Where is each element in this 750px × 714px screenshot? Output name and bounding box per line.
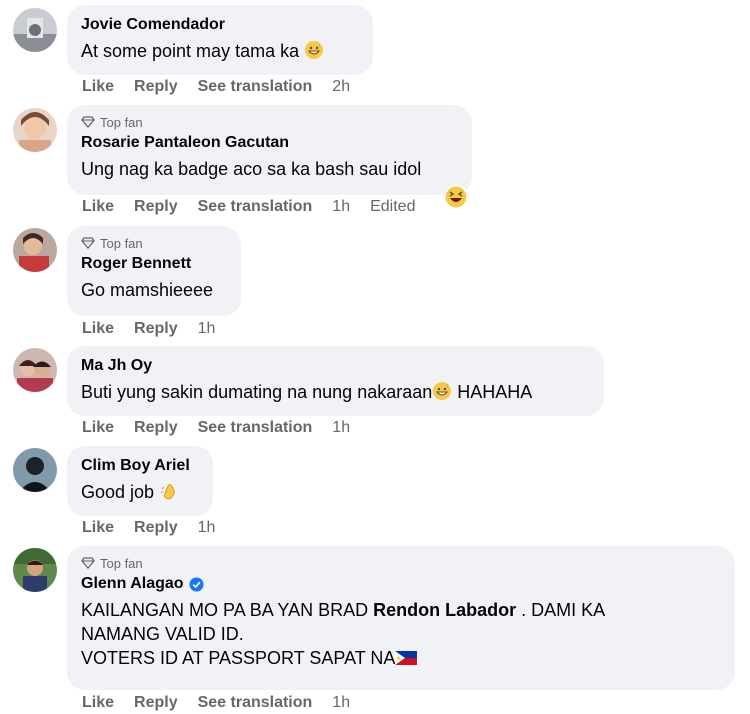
comment-bubble: Top fan Roger Bennett Go mamshieeee xyxy=(67,226,241,316)
like-button[interactable]: Like xyxy=(82,198,114,216)
commenter-name[interactable]: Ma Jh Oy xyxy=(81,356,590,376)
comment-actions: Like Reply See translation 1h xyxy=(82,694,370,712)
like-button[interactable]: Like xyxy=(82,419,114,437)
commenter-name[interactable]: Rosarie Pantaleon Gacutan xyxy=(81,133,458,153)
comment-actions: Like Reply 1h xyxy=(82,519,235,537)
commenter-name[interactable]: Clim Boy Ariel xyxy=(81,456,199,476)
timestamp[interactable]: 2h xyxy=(332,78,350,96)
avatar[interactable] xyxy=(13,548,57,592)
see-translation-button[interactable]: See translation xyxy=(198,198,313,216)
like-button[interactable]: Like xyxy=(82,78,114,96)
comment-text: Ung nag ka badge aco sa ka bash sau idol xyxy=(81,159,422,179)
comment-bubble: Jovie Comendador At some point may tama … xyxy=(67,5,373,75)
comment-actions: Like Reply 1h xyxy=(82,320,235,338)
comment-text: Good job xyxy=(81,480,199,504)
timestamp[interactable]: 1h xyxy=(332,198,350,216)
timestamp[interactable]: 1h xyxy=(332,419,350,437)
comment-actions: Like Reply See translation 2h xyxy=(82,78,370,96)
edited-label[interactable]: Edited xyxy=(370,198,415,216)
see-translation-button[interactable]: See translation xyxy=(198,78,313,96)
commenter-name[interactable]: Roger Bennett xyxy=(81,254,227,274)
comment-bubble: Clim Boy Ariel Good job xyxy=(67,446,213,516)
timestamp[interactable]: 1h xyxy=(332,694,350,712)
avatar[interactable] xyxy=(13,228,57,272)
commenter-name[interactable]: Glenn Alagao xyxy=(81,574,721,594)
like-button[interactable]: Like xyxy=(82,694,114,712)
laughing-reaction-icon[interactable] xyxy=(443,184,469,215)
comment-actions: Like Reply See translation 1h Edited xyxy=(82,198,435,216)
comment-text: KAILANGAN MO PA BA YAN BRAD Rendon Labad… xyxy=(81,600,606,668)
avatar[interactable] xyxy=(13,448,57,492)
comment-bubble: Top fan Glenn Alagao KAILANGAN MO PA BA … xyxy=(67,546,735,690)
mention-link[interactable]: Rendon Labador xyxy=(373,600,516,620)
verified-badge-icon xyxy=(189,576,204,592)
diamond-icon xyxy=(81,116,95,128)
comment-text: Go mamshieeee xyxy=(81,280,214,300)
diamond-icon xyxy=(81,557,95,569)
comment-bubble: Top fan Rosarie Pantaleon Gacutan Ung na… xyxy=(67,105,472,195)
comment-text: At some point may tama ka xyxy=(81,39,359,63)
see-translation-button[interactable]: See translation xyxy=(198,694,313,712)
see-translation-button[interactable]: See translation xyxy=(198,419,313,437)
reply-button[interactable]: Reply xyxy=(134,419,178,437)
reply-button[interactable]: Reply xyxy=(134,694,178,712)
like-button[interactable]: Like xyxy=(82,320,114,338)
top-fan-badge: Top fan xyxy=(81,114,458,130)
diamond-icon xyxy=(81,237,95,249)
avatar[interactable] xyxy=(13,108,57,152)
timestamp[interactable]: 1h xyxy=(198,320,216,338)
top-fan-badge: Top fan xyxy=(81,235,227,251)
avatar[interactable] xyxy=(13,348,57,392)
reply-button[interactable]: Reply xyxy=(134,78,178,96)
philippines-flag-icon xyxy=(395,647,418,665)
reply-button[interactable]: Reply xyxy=(134,320,178,338)
commenter-name[interactable]: Jovie Comendador xyxy=(81,15,359,35)
comment-text: Buti yung sakin dumating na nung nakaraa… xyxy=(81,381,533,402)
grinning-sweat-emoji xyxy=(304,40,324,60)
like-button[interactable]: Like xyxy=(82,519,114,537)
grinning-sweat-emoji xyxy=(432,381,452,401)
clapping-hands-emoji xyxy=(159,481,179,501)
timestamp[interactable]: 1h xyxy=(198,519,216,537)
comment-actions: Like Reply See translation 1h xyxy=(82,419,370,437)
reply-button[interactable]: Reply xyxy=(134,198,178,216)
avatar[interactable] xyxy=(13,8,57,52)
top-fan-badge: Top fan xyxy=(81,555,721,571)
comment-bubble: Ma Jh Oy Buti yung sakin dumating na nun… xyxy=(67,346,604,416)
reply-button[interactable]: Reply xyxy=(134,519,178,537)
